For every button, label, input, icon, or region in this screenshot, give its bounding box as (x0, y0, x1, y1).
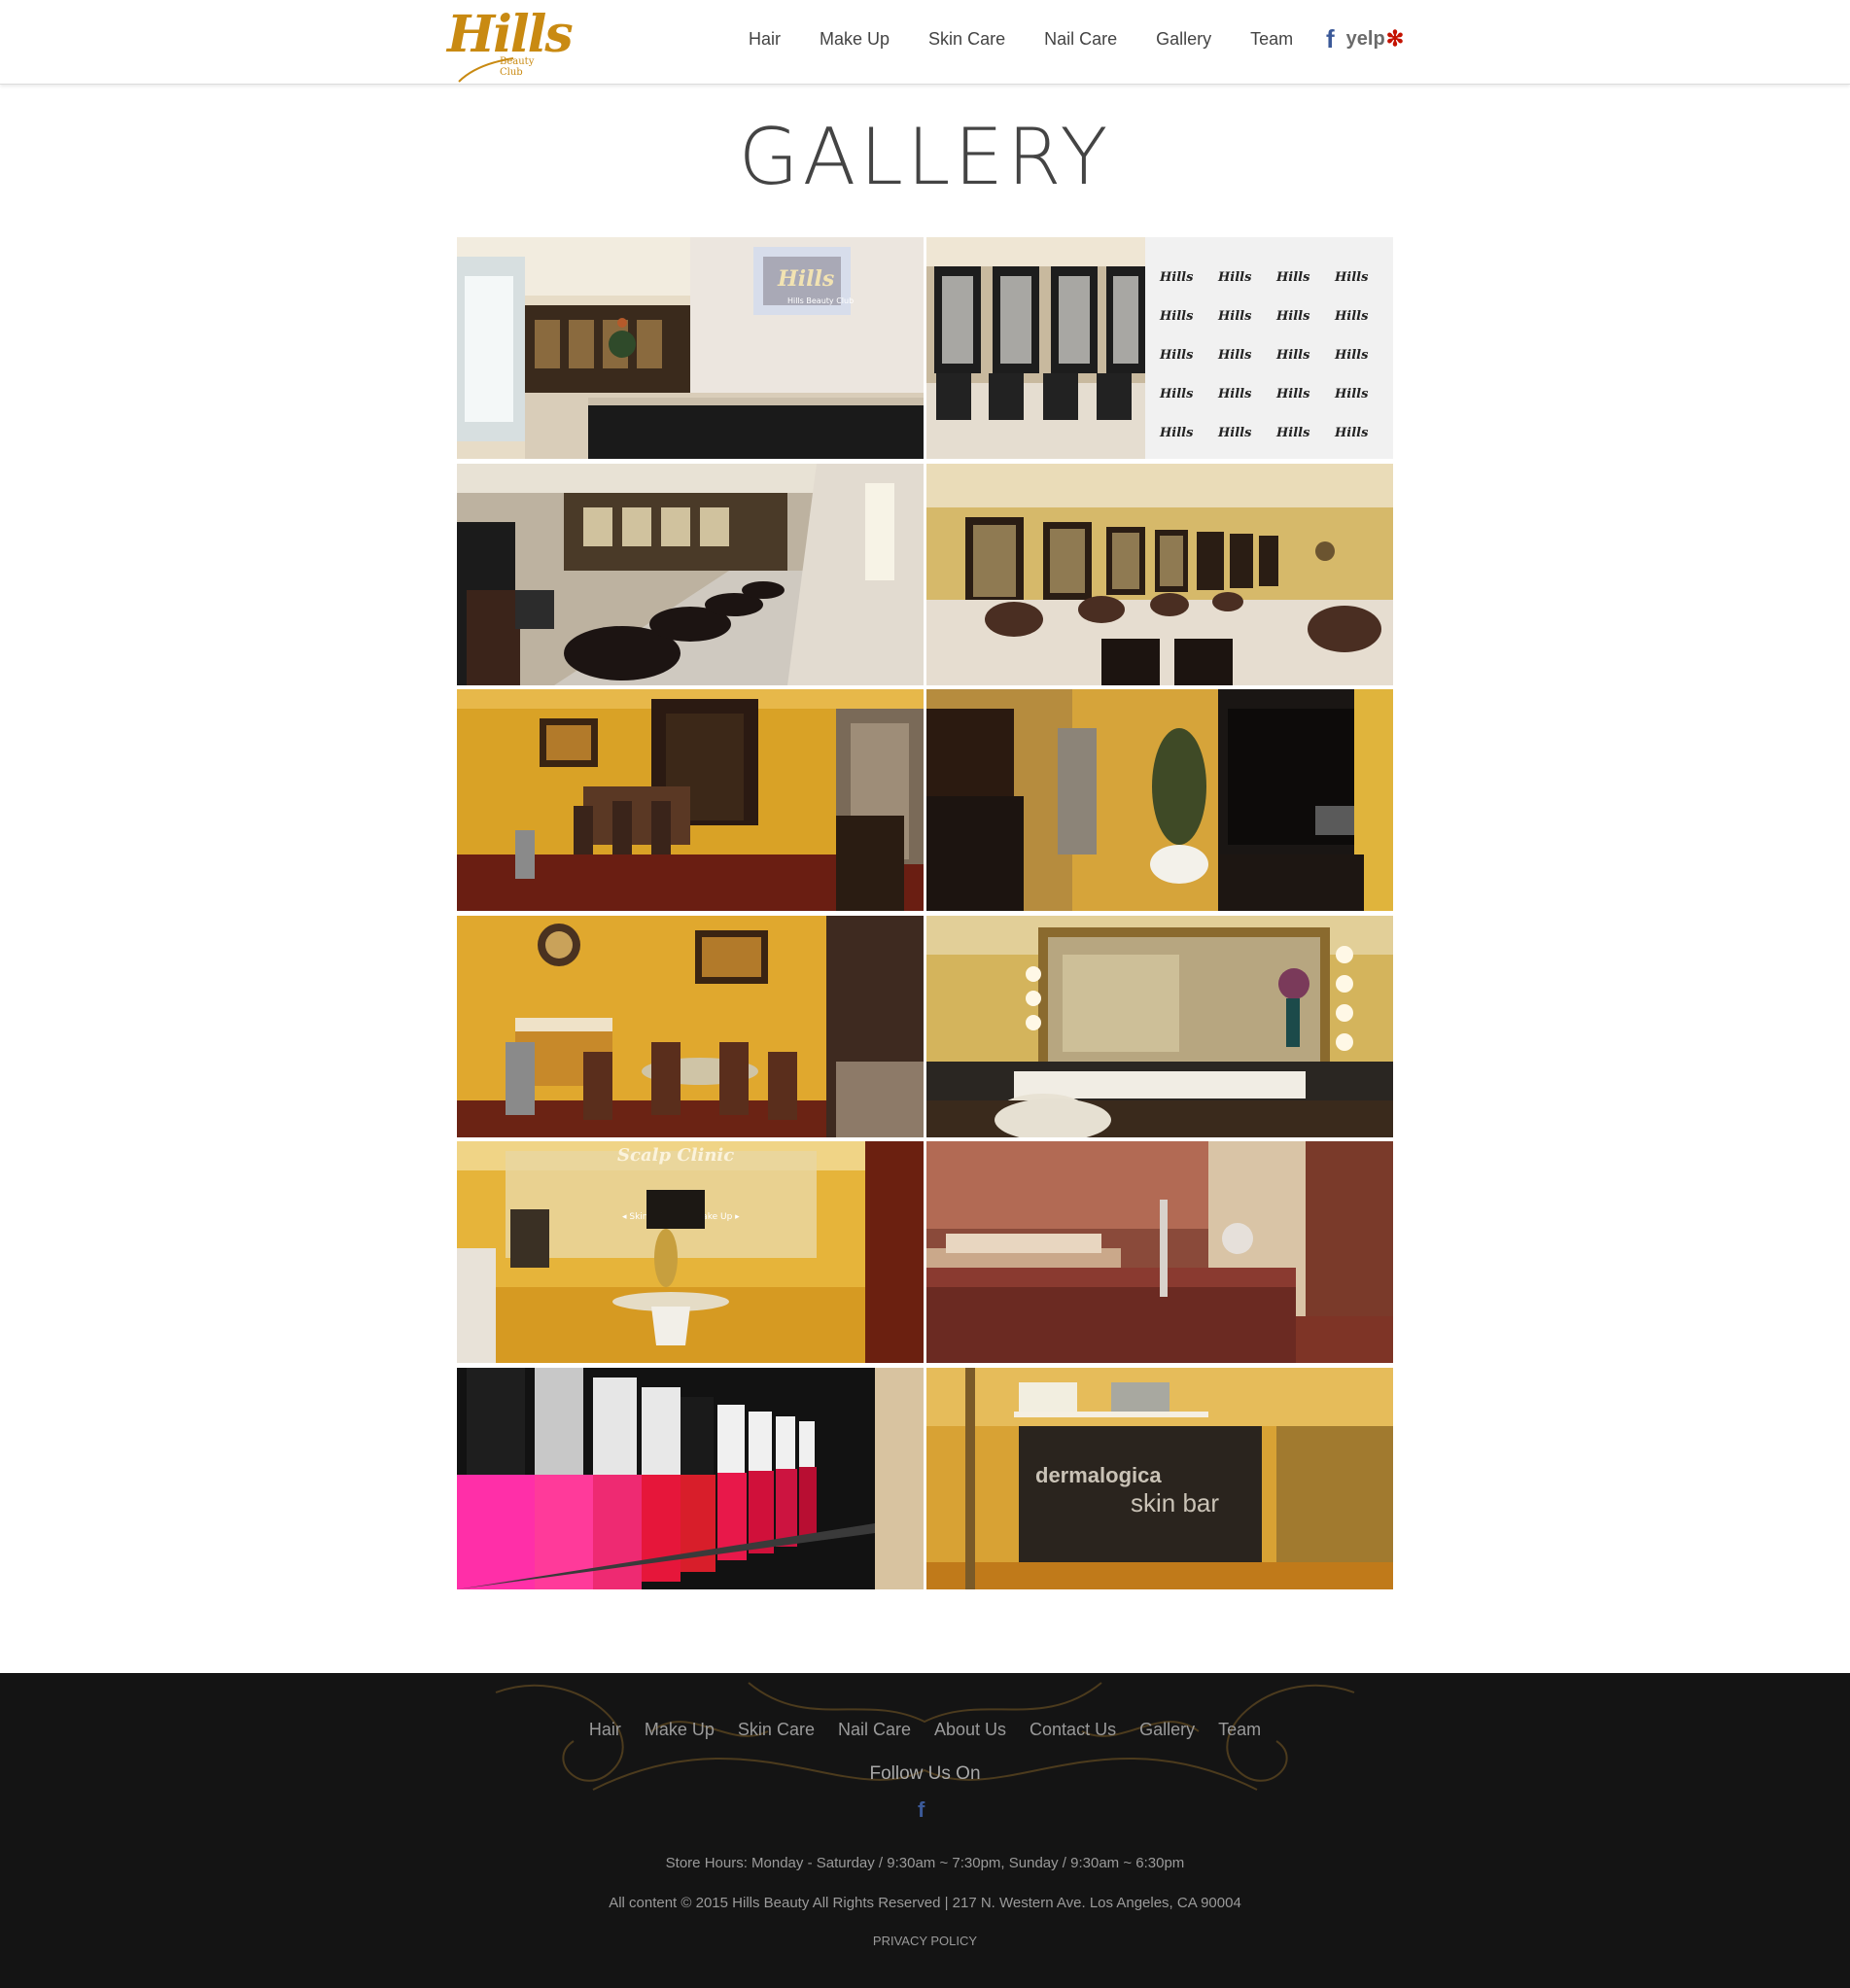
footer-nav-nail-care[interactable]: Nail Care (838, 1720, 911, 1740)
logo-subtitle: Beauty Club (500, 56, 535, 78)
svg-text:Hills: Hills (1334, 309, 1369, 324)
svg-text:Hills: Hills (1217, 387, 1252, 401)
copyright-text: All content © 2015 Hills Beauty All Righ… (609, 1895, 1241, 1911)
lounge-dining-photo[interactable] (457, 689, 924, 912)
site-footer: Hair Make Up Skin Care Nail Care About U… (0, 1673, 1850, 1988)
makeup-vanity-photo[interactable] (926, 915, 1393, 1137)
svg-text:Hills: Hills (1275, 309, 1310, 324)
wall-sign-text: Hills (777, 266, 834, 292)
nav-skin-care[interactable]: Skin Care (928, 29, 1005, 50)
footer-ornament-icon (495, 1682, 1355, 1791)
footer-nav-gallery[interactable]: Gallery (1139, 1720, 1195, 1740)
nav-team[interactable]: Team (1250, 29, 1293, 50)
svg-text:Hills: Hills (1275, 426, 1310, 440)
gallery-grid: Hills Hills Beauty Club Hills Hills Hill… (457, 237, 1393, 1589)
footer-nav-hair[interactable]: Hair (589, 1720, 621, 1740)
skin-bar-sign: skin bar (1131, 1488, 1219, 1517)
svg-text:Hills: Hills (1159, 387, 1194, 401)
scalp-clinic-photo[interactable]: Scalp Clinic ◂ Skin Hair Care Make Up ▸ (457, 1141, 924, 1364)
svg-text:Hills: Hills (1217, 426, 1252, 440)
backdrop-text: Hills (1159, 270, 1194, 285)
footer-nav-about-us[interactable]: About Us (934, 1720, 1006, 1740)
svg-text:Hills: Hills (1159, 309, 1194, 324)
store-hours: Store Hours: Monday - Saturday / 9:30am … (665, 1855, 1185, 1871)
wall-sign-subtext: Hills Beauty Club (787, 296, 854, 305)
social-links: f yelp ✻ (1326, 25, 1404, 52)
dermalogica-sign: dermalogica (1035, 1463, 1162, 1487)
scalp-clinic-sign: Scalp Clinic (617, 1145, 734, 1166)
salon-chairs-mirrors-photo[interactable] (926, 463, 1393, 685)
hills-logo[interactable]: Hills Beauty Club (447, 6, 574, 83)
svg-text:Hills: Hills (1159, 348, 1194, 363)
facebook-icon[interactable]: f (1326, 25, 1335, 52)
yelp-burst-icon: ✻ (1385, 26, 1405, 51)
svg-text:Hills: Hills (1217, 309, 1252, 324)
svg-text:Hills: Hills (1334, 387, 1369, 401)
svg-text:Hills: Hills (1275, 348, 1310, 363)
svg-text:Hills: Hills (1334, 270, 1369, 285)
page-title: GALLERY (738, 112, 1112, 202)
nav-make-up[interactable]: Make Up (820, 29, 890, 50)
dermalogica-skin-bar-photo[interactable]: dermalogica skin bar (926, 1367, 1393, 1589)
svg-text:Hills: Hills (1275, 270, 1310, 285)
svg-text:Hills: Hills (1217, 270, 1252, 285)
page: Hills Beauty Club Hair Make Up Skin Care… (0, 0, 1850, 1988)
main-nav: Hair Make Up Skin Care Nail Care Gallery… (749, 21, 1332, 56)
footer-nav: Hair Make Up Skin Care Nail Care About U… (0, 1720, 1850, 1740)
footer-nav-make-up[interactable]: Make Up (645, 1720, 715, 1740)
svg-text:Hills: Hills (1334, 348, 1369, 363)
hallway-elevator-photo[interactable] (926, 689, 1393, 912)
svg-text:Hills: Hills (1159, 426, 1194, 440)
treatment-room-photo[interactable] (926, 1141, 1393, 1364)
site-header: Hills Beauty Club Hair Make Up Skin Care… (0, 0, 1850, 85)
svg-text:Hills: Hills (1275, 387, 1310, 401)
salon-stations-photo[interactable]: Hills Hills Hills Hills Hills Hills Hill… (926, 237, 1393, 459)
nav-gallery[interactable]: Gallery (1156, 29, 1211, 50)
reception-desk-photo[interactable]: Hills Hills Beauty Club (457, 237, 924, 459)
nav-nail-care[interactable]: Nail Care (1044, 29, 1117, 50)
follow-us-label: Follow Us On (869, 1763, 981, 1784)
footer-nav-contact-us[interactable]: Contact Us (1030, 1720, 1116, 1740)
footer-nav-skin-care[interactable]: Skin Care (738, 1720, 815, 1740)
yelp-icon[interactable]: yelp ✻ (1346, 26, 1404, 52)
nav-hair[interactable]: Hair (749, 29, 781, 50)
privacy-policy-link[interactable]: PRIVACY POLICY (0, 1934, 1850, 1948)
hair-wash-area-photo[interactable] (457, 463, 924, 685)
waiting-room-photo[interactable] (457, 915, 924, 1137)
footer-nav-team[interactable]: Team (1218, 1720, 1261, 1740)
nail-polish-photo[interactable] (457, 1367, 924, 1589)
svg-text:Hills: Hills (1334, 426, 1369, 440)
yelp-wordmark: yelp (1345, 27, 1385, 50)
footer-facebook-icon[interactable]: f (918, 1797, 925, 1823)
svg-text:Hills: Hills (1217, 348, 1252, 363)
